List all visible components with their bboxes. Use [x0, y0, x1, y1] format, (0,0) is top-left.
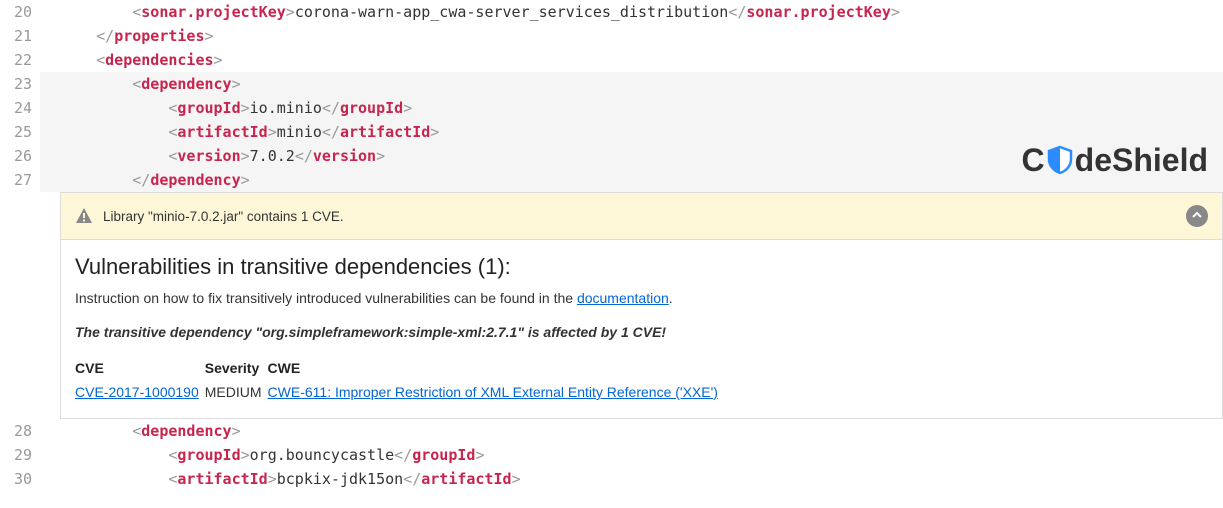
- code-line: <groupId>org.bouncycastle</groupId>: [40, 443, 1223, 467]
- code-line: <dependency>: [40, 72, 1223, 96]
- code-editor: 20 21 22 23 24 25 26 27 CdeShield <sonar…: [0, 0, 1223, 192]
- line-number: 27: [0, 168, 32, 192]
- line-number: 26: [0, 144, 32, 168]
- line-gutter: 28 29 30: [0, 419, 40, 491]
- code-content[interactable]: CdeShield <sonar.projectKey>corona-warn-…: [40, 0, 1223, 192]
- line-number: 22: [0, 48, 32, 72]
- warning-message: Library "minio-7.0.2.jar" contains 1 CVE…: [103, 209, 344, 224]
- codeshield-logo: CdeShield: [1022, 145, 1208, 175]
- line-number: 28: [0, 419, 32, 443]
- logo-text: deShield: [1075, 148, 1208, 172]
- line-number: 21: [0, 24, 32, 48]
- collapse-button[interactable]: [1186, 205, 1208, 227]
- severity-header: Severity: [205, 356, 268, 380]
- code-line: <dependency>: [40, 419, 1223, 443]
- warning-triangle-icon: [75, 207, 93, 225]
- severity-value: MEDIUM: [205, 380, 268, 404]
- code-line: <groupId>io.minio</groupId>: [40, 96, 1223, 120]
- code-line: <sonar.projectKey>corona-warn-app_cwa-se…: [40, 0, 1223, 24]
- code-line: <artifactId>bcpkix-jdk15on</artifactId>: [40, 467, 1223, 491]
- code-line: <dependencies>: [40, 48, 1223, 72]
- line-gutter: 20 21 22 23 24 25 26 27: [0, 0, 40, 192]
- chevron-up-icon: [1191, 208, 1203, 224]
- warning-header: Library "minio-7.0.2.jar" contains 1 CVE…: [61, 193, 1222, 240]
- cwe-link[interactable]: CWE-611: Improper Restriction of XML Ext…: [268, 384, 718, 400]
- code-content[interactable]: <dependency> <groupId>org.bouncycastle</…: [40, 419, 1223, 491]
- vulnerabilities-title: Vulnerabilities in transitive dependenci…: [75, 254, 1208, 280]
- shield-icon: [1047, 145, 1073, 175]
- table-header-row: CVE Severity CWE: [75, 356, 724, 380]
- table-row: CVE-2017-1000190 MEDIUM CWE-611: Imprope…: [75, 380, 724, 404]
- line-number: 29: [0, 443, 32, 467]
- affected-dependency-text: The transitive dependency "org.simplefra…: [75, 324, 1208, 340]
- line-number: 25: [0, 120, 32, 144]
- logo-text: C: [1022, 148, 1045, 172]
- instruction-text: Instruction on how to fix transitively i…: [75, 290, 1208, 306]
- documentation-link[interactable]: documentation: [577, 290, 669, 306]
- line-number: 24: [0, 96, 32, 120]
- warning-body: Vulnerabilities in transitive dependenci…: [61, 240, 1222, 418]
- cve-link[interactable]: CVE-2017-1000190: [75, 384, 199, 400]
- cve-table: CVE Severity CWE CVE-2017-1000190 MEDIUM…: [75, 356, 724, 404]
- code-editor-bottom: 28 29 30 <dependency> <groupId>org.bounc…: [0, 419, 1223, 491]
- line-number: 30: [0, 467, 32, 491]
- vulnerability-warning-panel: Library "minio-7.0.2.jar" contains 1 CVE…: [60, 192, 1223, 419]
- line-number: 23: [0, 72, 32, 96]
- code-line: </properties>: [40, 24, 1223, 48]
- code-line: <artifactId>minio</artifactId>: [40, 120, 1223, 144]
- cwe-header: CWE: [268, 356, 724, 380]
- line-number: 20: [0, 0, 32, 24]
- cve-header: CVE: [75, 356, 205, 380]
